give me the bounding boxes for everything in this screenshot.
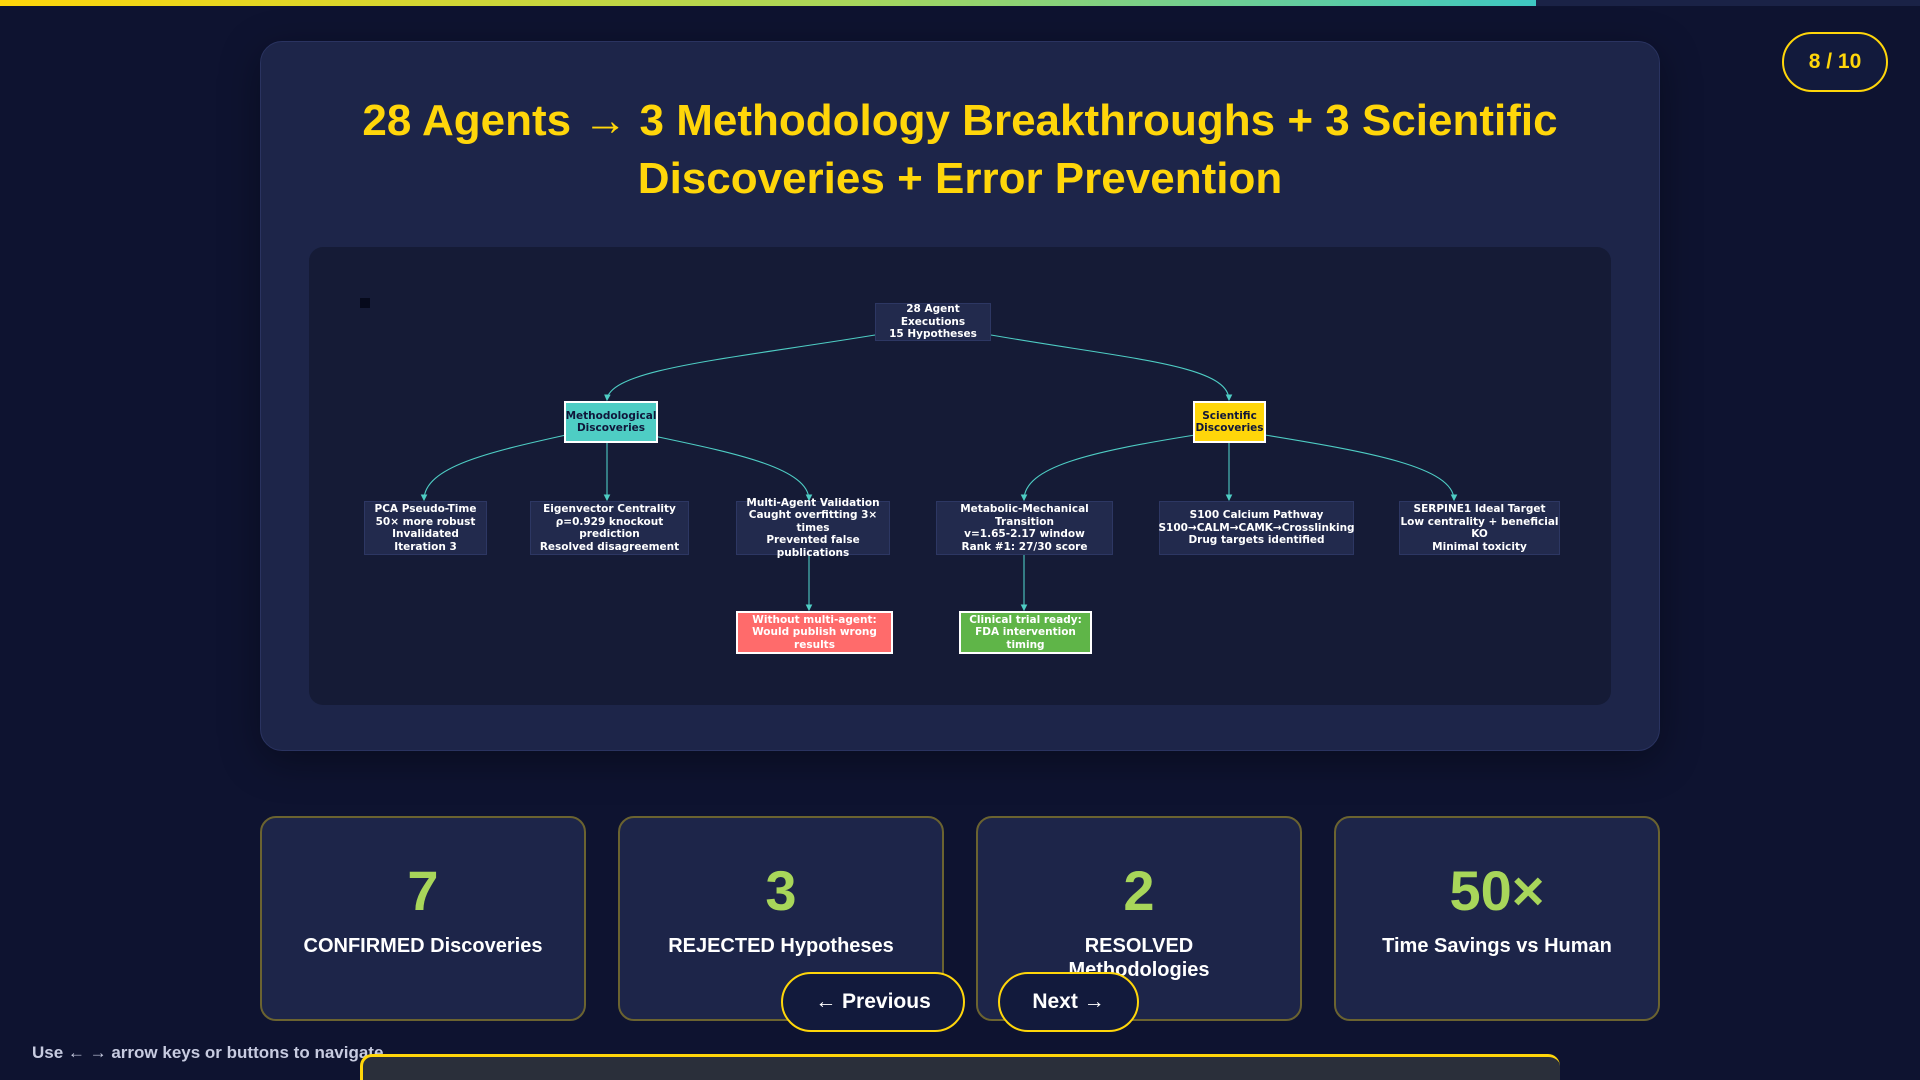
progress-bar-fill <box>0 0 1536 6</box>
node-metabolic-mechanical: Metabolic-Mechanical Transition v=1.65-2… <box>936 501 1113 555</box>
progress-track <box>0 0 1920 6</box>
node-pca-pseudo-time: PCA Pseudo-Time 50× more robust Invalida… <box>364 501 487 555</box>
stat-value: 50× <box>1449 859 1545 922</box>
node-serpine1: SERPINE1 Ideal Target Low centrality + b… <box>1399 501 1560 555</box>
edge-sci-serpine <box>1264 434 1458 502</box>
node-without-multi-agent: Without multi-agent: Would publish wrong… <box>736 611 893 654</box>
stat-card-confirmed: 7 CONFIRMED Discoveries <box>260 816 586 1021</box>
next-slide-preview-panel <box>360 1054 1560 1080</box>
node-methodological-discoveries: Methodological Discoveries <box>564 401 658 443</box>
page-counter: 8 / 10 <box>1782 32 1888 92</box>
slide-title: 28 Agents → 3 Methodology Breakthroughs … <box>362 96 1558 203</box>
previous-button[interactable]: ← Previous <box>781 972 965 1032</box>
stat-label: CONFIRMED Discoveries <box>303 935 543 957</box>
node-clinical-trial-ready: Clinical trial ready: FDA intervention t… <box>959 611 1092 654</box>
node-scientific-discoveries: Scientific Discoveries <box>1193 401 1266 443</box>
stat-label: REJECTED Hypotheses <box>668 935 894 957</box>
stat-label: Time Savings vs Human <box>1382 935 1612 957</box>
edge-root-scientific <box>990 334 1233 402</box>
stat-card-time-savings: 50× Time Savings vs Human <box>1334 816 1660 1021</box>
stat-value: 2 <box>1123 859 1155 922</box>
diagram-panel: 28 Agent Executions 15 Hypotheses Method… <box>309 247 1611 705</box>
node-multi-agent-validation: Multi-Agent Validation Caught overfittin… <box>736 497 890 559</box>
edge-meth-multiagent <box>648 434 813 502</box>
node-eigenvector-centrality: Eigenvector Centrality ρ=0.929 knockout … <box>530 501 689 555</box>
slide-card: 28 Agents → 3 Methodology Breakthroughs … <box>260 41 1660 751</box>
navigation-hint: Use ← → arrow keys or buttons to navigat… <box>32 1043 384 1062</box>
edge-sci-metabolic <box>1020 434 1196 502</box>
node-s100-calcium: S100 Calcium Pathway S100→CALM→CAMK→Cros… <box>1158 501 1355 555</box>
stat-value: 7 <box>407 859 439 922</box>
next-button[interactable]: Next → <box>998 972 1139 1032</box>
node-root: 28 Agent Executions 15 Hypotheses <box>875 303 991 341</box>
edge-root-methodological <box>604 334 876 402</box>
edge-meth-pca <box>420 434 567 502</box>
stat-value: 3 <box>765 859 797 922</box>
